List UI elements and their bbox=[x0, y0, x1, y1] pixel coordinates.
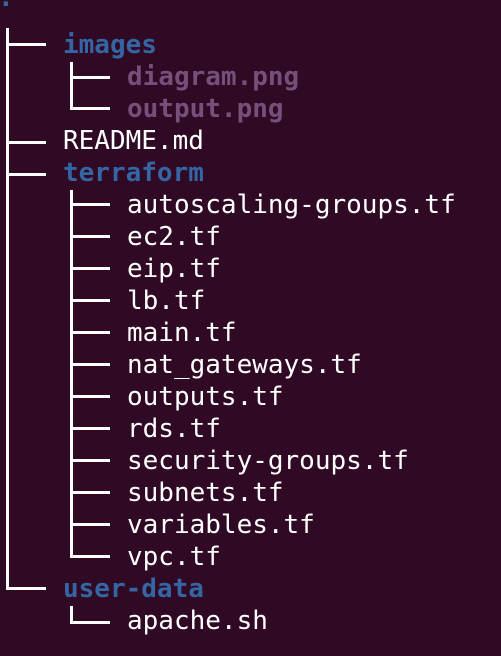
tree-branch-terraform-file bbox=[70, 459, 110, 462]
tree-branch-terraform-file bbox=[70, 267, 110, 270]
tree-entry-output[interactable]: output.png bbox=[0, 93, 284, 125]
tree-entry-images[interactable]: images bbox=[0, 29, 157, 61]
tree-entry-readme[interactable]: README.md bbox=[0, 125, 204, 157]
tree-branch-terraform-file bbox=[70, 299, 110, 302]
tree-entry-terraform[interactable]: terraform bbox=[0, 157, 204, 189]
terminal-window: . images diagram.png output.png README.m… bbox=[0, 0, 501, 656]
file-name: README.md bbox=[63, 126, 204, 156]
tree-branch-terraform-file bbox=[70, 395, 110, 398]
file-name: apache.sh bbox=[127, 606, 268, 636]
file-name: ec2.tf bbox=[127, 222, 221, 252]
file-name: nat_gateways.tf bbox=[127, 350, 362, 380]
file-name: output.png bbox=[127, 94, 284, 124]
file-name: variables.tf bbox=[127, 510, 315, 540]
tree-branch-terraform-file bbox=[70, 491, 110, 494]
file-name: autoscaling-groups.tf bbox=[127, 190, 456, 220]
tree-branch-terraform-file bbox=[70, 203, 110, 206]
tree-entry-apache[interactable]: apache.sh bbox=[0, 605, 268, 637]
tree-connector-terraform bbox=[70, 190, 73, 558]
tree-branch-output bbox=[70, 107, 110, 110]
file-name: main.tf bbox=[127, 318, 237, 348]
file-name: rds.tf bbox=[127, 414, 221, 444]
tree-branch-apache bbox=[70, 621, 110, 624]
file-name: subnets.tf bbox=[127, 478, 284, 508]
file-name: diagram.png bbox=[127, 62, 300, 92]
tree-connector-user-data bbox=[70, 606, 73, 622]
tree-entry-diagram[interactable]: diagram.png bbox=[0, 61, 299, 93]
directory-name: images bbox=[63, 30, 157, 60]
file-name: vpc.tf bbox=[127, 542, 221, 572]
tree-branch-terraform-file bbox=[70, 427, 110, 430]
tree-branch-diagram bbox=[70, 76, 110, 79]
tree-connector-images bbox=[70, 62, 73, 108]
tree-branch-terraform-file bbox=[70, 523, 110, 526]
tree-branch-terraform-file bbox=[70, 331, 110, 334]
file-name: lb.tf bbox=[127, 286, 206, 316]
directory-name: terraform bbox=[63, 158, 204, 188]
directory-name: user-data bbox=[63, 574, 204, 604]
tree-entry-user-data[interactable]: user-data bbox=[0, 573, 204, 605]
file-name: eip.tf bbox=[127, 254, 221, 284]
tree-root: . bbox=[0, 0, 14, 14]
tree-branch-terraform-file bbox=[70, 555, 110, 558]
file-name: outputs.tf bbox=[127, 382, 284, 412]
tree-branch-terraform-file bbox=[70, 363, 110, 366]
file-name: security-groups.tf bbox=[127, 446, 409, 476]
tree-branch-terraform-file bbox=[70, 235, 110, 238]
